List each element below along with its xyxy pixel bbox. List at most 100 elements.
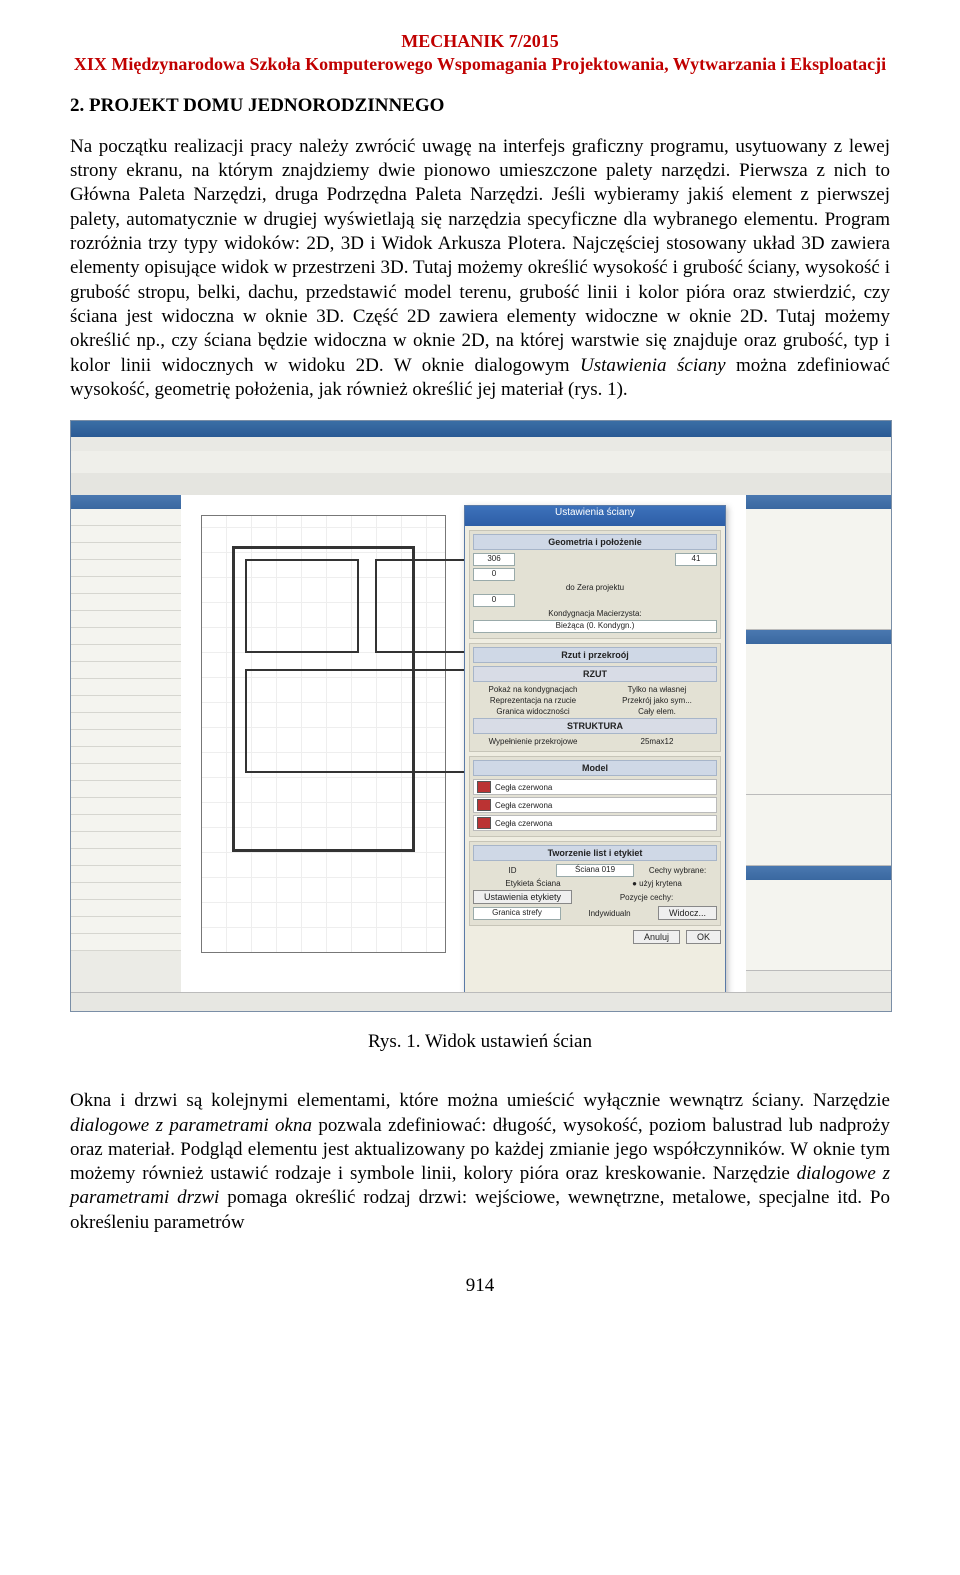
material-row: Cegła czerwona	[473, 815, 717, 831]
palette-header	[71, 495, 181, 509]
paragraph-1-part-a: Na początku realizacji pracy należy zwró…	[70, 136, 890, 376]
figure-1: Ustawienia ściany Geometria i położenie …	[70, 420, 890, 1017]
dialog-body: Geometria i położenie 306 41 0 do Zera p…	[465, 526, 725, 948]
nav-header	[746, 630, 891, 644]
nav-section	[746, 644, 891, 795]
material-swatch-icon	[477, 781, 491, 793]
wall-settings-dialog: Ustawienia ściany Geometria i położenie …	[464, 505, 726, 1012]
tool-row	[71, 577, 181, 594]
dialog-section-header: Model	[473, 760, 717, 776]
label-features: Cechy wybrane:	[638, 866, 717, 875]
app-titlebar	[71, 421, 891, 437]
tool-row	[71, 798, 181, 815]
row-value: Przekrój jako sym...	[597, 696, 717, 705]
tool-row	[71, 713, 181, 730]
row-value: Cały elem.	[597, 707, 717, 716]
tool-row	[71, 934, 181, 951]
nav-section	[746, 795, 891, 866]
archicad-screenshot: Ustawienia ściany Geometria i położenie …	[70, 420, 892, 1012]
tool-row	[71, 594, 181, 611]
nav-header	[746, 495, 891, 509]
row-label: Wypełnienie przekrojowe	[473, 737, 593, 746]
tool-row	[71, 900, 181, 917]
tool-row	[71, 628, 181, 645]
tool-row	[71, 662, 181, 679]
dialog-section-model: Model Cegła czerwona Cegła czerwona Cegł…	[469, 756, 721, 837]
tool-row	[71, 832, 181, 849]
paragraph-1-italic: Ustawienia ściany	[580, 355, 726, 376]
tool-row	[71, 849, 181, 866]
dialog-section-geometry: Geometria i położenie 306 41 0 do Zera p…	[469, 530, 721, 639]
material-swatch-icon	[477, 817, 491, 829]
dialog-section-header: Tworzenie list i etykiet	[473, 845, 717, 861]
figure-caption: Rys. 1. Widok ustawień ścian	[70, 1031, 890, 1053]
dialog-titlebar: Ustawienia ściany	[465, 506, 725, 526]
header-journal: MECHANIK 7/2015	[70, 30, 890, 53]
tool-row	[71, 815, 181, 832]
section-title: 2. PROJEKT DOMU JEDNORODZINNEGO	[70, 95, 890, 117]
dialog-section-header: Geometria i położenie	[473, 534, 717, 550]
app-menubar	[71, 437, 891, 452]
tool-row	[71, 679, 181, 696]
tool-row	[71, 526, 181, 543]
label-story: Kondygnacja Macierzysta:	[473, 609, 717, 618]
paragraph-1: Na początku realizacji pracy należy zwró…	[70, 135, 890, 402]
row-value: Tylko na własnej	[597, 685, 717, 694]
material-name: Cegła czerwona	[495, 801, 552, 810]
row-value: 25max12	[597, 737, 717, 746]
label-positions: Pozycje cechy:	[576, 893, 717, 902]
material-swatch-icon	[477, 799, 491, 811]
field-height: 306	[473, 553, 515, 566]
plan-room	[245, 559, 359, 653]
row-label: Reprezentacja na rzucie	[473, 696, 593, 705]
drawing-canvas: Ustawienia ściany Geometria i położenie …	[181, 495, 746, 993]
btn-visibility: Widocz...	[658, 906, 717, 920]
floor-plan	[201, 515, 446, 953]
page-number: 914	[70, 1275, 890, 1297]
material-name: Cegła czerwona	[495, 783, 552, 792]
app-infobar	[71, 473, 891, 496]
label-id: ID	[473, 866, 552, 875]
material-name: Cegła czerwona	[495, 819, 552, 828]
dialog-sub-header: STRUKTURA	[473, 718, 717, 734]
label-zero: do Zera projektu	[473, 583, 717, 592]
btn-ok: OK	[686, 930, 721, 944]
tool-row	[71, 543, 181, 560]
field-z: 0	[473, 568, 515, 581]
plan-room	[245, 669, 499, 773]
dialog-buttons: Anuluj OK	[469, 930, 721, 944]
material-row: Cegła czerwona	[473, 797, 717, 813]
field-id: Ściana 019	[556, 864, 634, 877]
paragraph-2: Okna i drzwi są kolejnymi elementami, kt…	[70, 1089, 890, 1235]
label-etykieta: Etykieta Ściana	[473, 879, 593, 888]
paragraph-2-part-a: Okna i drzwi są kolejnymi elementami, kt…	[70, 1090, 890, 1111]
header-conference: XIX Międzynarodowa Szkoła Komputerowego …	[70, 53, 890, 76]
row-value: ● użyj krytena	[597, 879, 717, 888]
tool-row	[71, 696, 181, 713]
navigator-palette	[745, 495, 891, 993]
main-tool-palette	[71, 495, 182, 993]
tool-row	[71, 781, 181, 798]
tool-row	[71, 764, 181, 781]
btn-cancel: Anuluj	[633, 930, 680, 944]
row-label: Granica widoczności	[473, 707, 593, 716]
nav-section	[746, 509, 891, 630]
tool-row	[71, 560, 181, 577]
tool-row	[71, 883, 181, 900]
btn-label-settings: Ustawienia etykiety	[473, 890, 572, 904]
field-thickness: 41	[675, 553, 717, 566]
dialog-section-listing: Tworzenie list i etykiet ID Ściana 019 C…	[469, 841, 721, 926]
nav-header	[746, 866, 891, 880]
nav-section	[746, 880, 891, 971]
material-row: Cegła czerwona	[473, 779, 717, 795]
tool-row	[71, 917, 181, 934]
tool-row	[71, 645, 181, 662]
dialog-section-header: Rzut i przekroój	[473, 647, 717, 663]
field-zero: 0	[473, 594, 515, 607]
tool-row	[71, 509, 181, 526]
plan-outline	[232, 546, 415, 852]
dialog-section-plan: Rzut i przekroój RZUT Pokaż na kondygnac…	[469, 643, 721, 752]
tool-row	[71, 866, 181, 883]
paragraph-2-italic-1: dialogowe z parametrami okna	[70, 1115, 312, 1136]
row-label: Pokaż na kondygnacjach	[473, 685, 593, 694]
